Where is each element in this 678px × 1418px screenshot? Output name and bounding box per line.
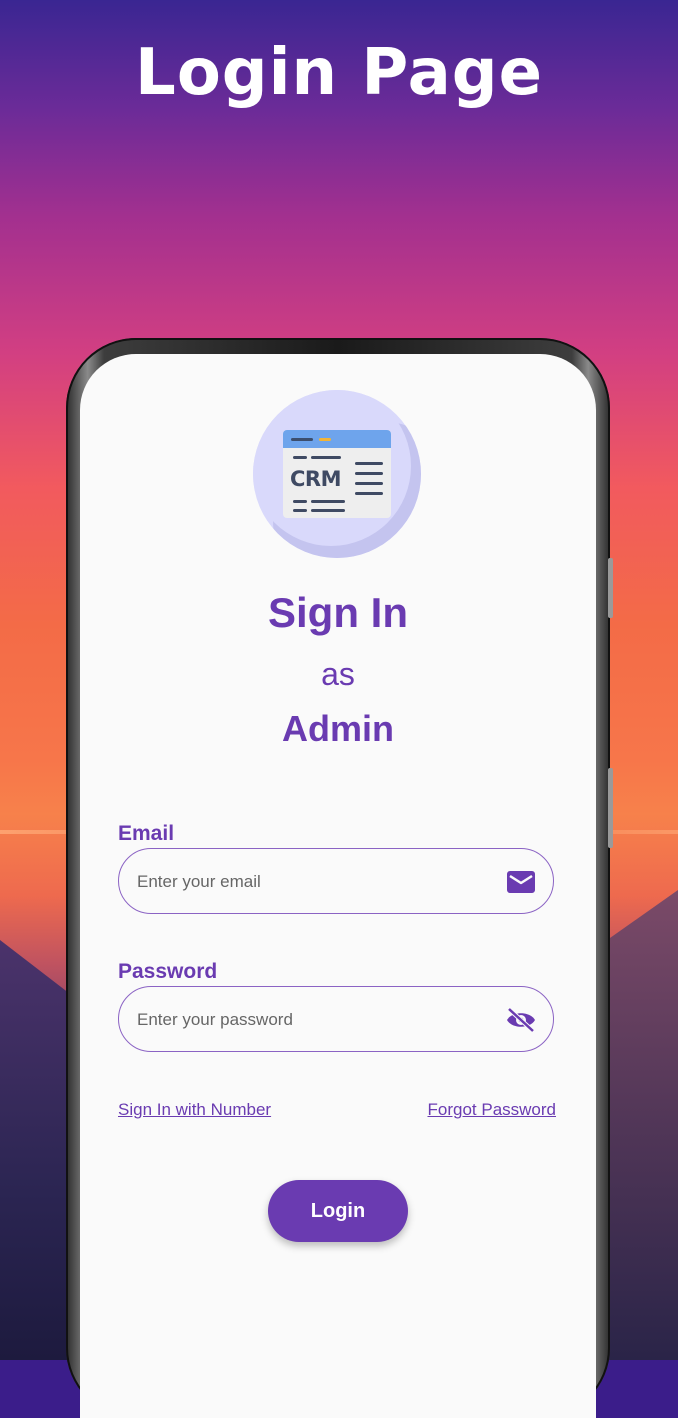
email-field-container[interactable] [118,848,554,915]
phone-side-button [608,768,613,848]
login-button[interactable]: Login [268,1180,408,1242]
crm-logo-text: CRM [290,467,341,491]
email-field[interactable] [135,849,479,915]
forgot-password-link[interactable]: Forgot Password [428,1100,557,1120]
page-title: Login Page [135,36,543,110]
password-label: Password [118,960,218,983]
email-label: Email [118,822,175,845]
password-field-container[interactable] [118,986,554,1053]
eye-off-icon[interactable] [505,1007,537,1033]
sign-in-heading: Sign In [268,589,408,636]
sign-in-subheading: as [321,656,355,692]
password-field[interactable] [135,987,479,1053]
mail-icon [505,869,537,895]
phone-frame: CRM Sign In as Admin Email Password [66,338,613,1418]
crm-logo: CRM [253,390,421,558]
role-heading: Admin [282,708,394,749]
phone-side-button [608,558,613,618]
phone-screen: CRM Sign In as Admin Email Password [80,354,596,1418]
crm-window-icon: CRM [283,430,391,518]
sign-in-with-number-link[interactable]: Sign In with Number [118,1100,271,1120]
